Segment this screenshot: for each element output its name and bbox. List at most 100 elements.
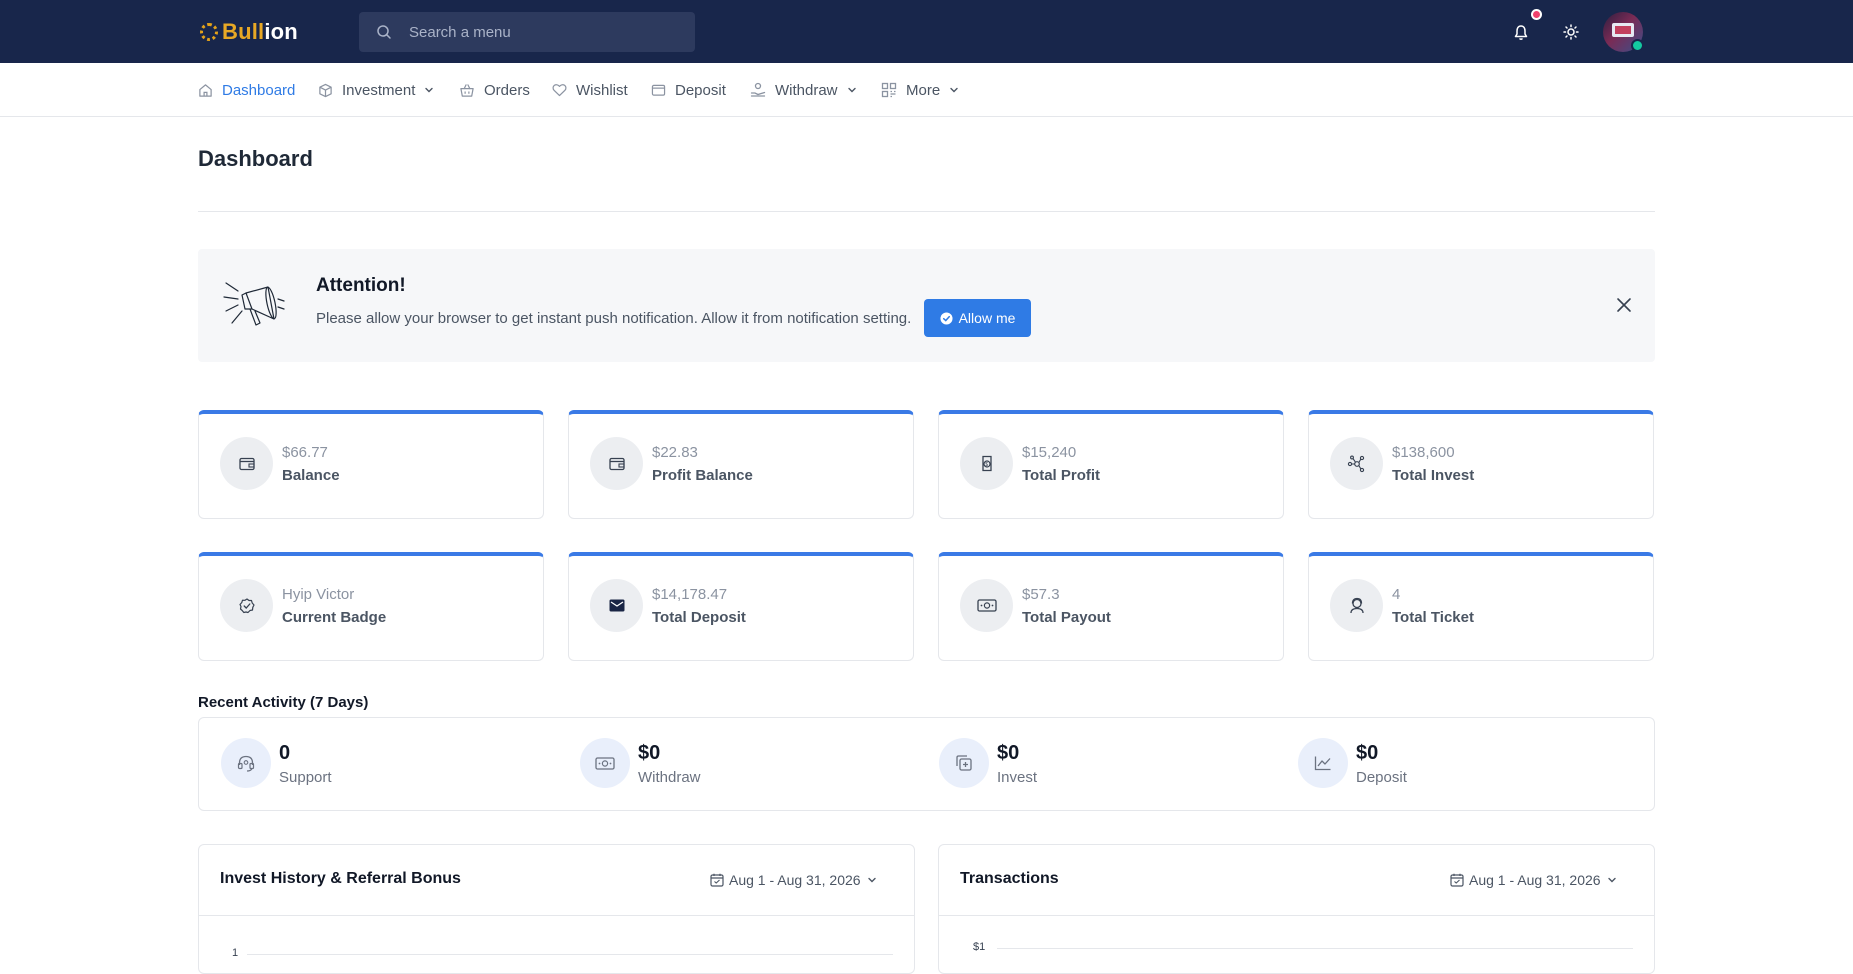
svg-text:$: $ (985, 462, 988, 468)
stat-label: Profit Balance (652, 467, 753, 484)
search-icon (359, 24, 409, 40)
stat-value: $22.83 (652, 444, 698, 461)
money-bag-icon: $ (981, 455, 992, 472)
stat-card-balance[interactable]: $66.77 Balance (198, 410, 544, 519)
activity-label: Invest (997, 769, 1038, 786)
nav-item-label: Dashboard (222, 81, 296, 99)
divider (939, 915, 1654, 916)
sun-icon[interactable] (1559, 20, 1583, 44)
stat-value: $14,178.47 (652, 586, 728, 603)
stat-label: Total Profit (1022, 467, 1101, 484)
support-agent-icon (1349, 597, 1364, 614)
stat-card-total-deposit[interactable]: $14,178.47 Total Deposit (568, 552, 914, 661)
basket-icon (460, 83, 474, 97)
allow-me-button[interactable]: Allow me (924, 299, 1031, 337)
stat-value: $57.3 (1022, 586, 1060, 603)
wallet-icon (608, 457, 625, 470)
grid-icon (881, 82, 897, 98)
stat-label: Total Deposit (652, 609, 746, 626)
line-chart-icon (1314, 756, 1331, 771)
stat-label: Balance (282, 467, 340, 484)
activity-label: Withdraw (638, 769, 701, 786)
activity-value: $0 (997, 742, 1020, 764)
chevron-down-icon (1607, 877, 1616, 883)
grid-line (997, 948, 1633, 949)
stat-label: Total Ticket (1392, 609, 1474, 626)
stat-card-total-payout[interactable]: $57.3 Total Payout (938, 552, 1284, 661)
date-range-picker[interactable]: Aug 1 - Aug 31, 2026 (1450, 872, 1618, 888)
alert-title: Attention! (316, 275, 406, 296)
nav-item-label: Investment (342, 81, 416, 99)
stat-value: $138,600 (1392, 444, 1455, 461)
logo-text-part1: Bull (222, 19, 265, 44)
logo[interactable]: Bullion (200, 19, 298, 44)
stat-label: Total Payout (1022, 609, 1111, 626)
notification-dot (1531, 9, 1542, 20)
stat-value: 4 (1392, 586, 1401, 603)
activity-value: $0 (638, 742, 661, 764)
activity-label: Support (279, 769, 332, 786)
invest-add-icon (956, 755, 972, 771)
nav-item-label: More (906, 81, 941, 99)
logo-mark-icon (200, 23, 218, 41)
nav-item-dashboard[interactable]: Dashboard (198, 63, 295, 117)
date-range-label: Aug 1 - Aug 31, 2026 (1469, 872, 1601, 888)
y-axis-tick: $1 (973, 941, 986, 953)
chevron-down-icon (425, 87, 434, 93)
nav-item-deposit[interactable]: Deposit (651, 63, 726, 117)
recent-activity-panel: 0 Support $0 Withdraw $0 Invest $0 Depos… (198, 717, 1655, 811)
nav-item-wishlist[interactable]: Wishlist (552, 63, 628, 117)
main-nav: Dashboard Investment Orders Wishlist Dep… (0, 63, 1853, 117)
box-icon (319, 83, 332, 97)
stat-card-total-profit[interactable]: $ $15,240 Total Profit (938, 410, 1284, 519)
allow-me-label: Allow me (958, 310, 1016, 326)
home-icon (199, 83, 212, 97)
chevron-down-icon (867, 877, 876, 883)
heart-icon (552, 84, 567, 97)
stat-card-total-invest[interactable]: $138,600 Total Invest (1308, 410, 1654, 519)
nav-item-label: Withdraw (775, 81, 838, 99)
badge-check-icon (238, 597, 255, 613)
online-status-dot (1631, 39, 1644, 52)
wallet-filled-icon (609, 599, 624, 612)
nav-item-investment[interactable]: Investment (318, 63, 434, 117)
nav-item-label: Wishlist (576, 81, 628, 99)
bell-icon[interactable] (1509, 20, 1533, 44)
activity-value: $0 (1356, 742, 1379, 764)
nav-item-more[interactable]: More (881, 63, 959, 117)
headset-icon (237, 755, 255, 772)
alert-message: Please allow your browser to get instant… (316, 310, 912, 327)
nav-item-label: Deposit (675, 81, 726, 99)
stat-value: $66.77 (282, 444, 328, 461)
divider (198, 211, 1655, 212)
panel-title: Transactions (960, 870, 1059, 887)
wallet-icon (651, 84, 666, 96)
chevron-down-icon (950, 87, 958, 93)
logo-text-part2: ion (264, 19, 298, 44)
network-icon (1347, 455, 1364, 472)
date-range-label: Aug 1 - Aug 31, 2026 (729, 872, 861, 888)
nav-item-withdraw[interactable]: Withdraw (750, 63, 857, 117)
stat-value: $15,240 (1022, 444, 1077, 461)
recent-activity-title: Recent Activity (7 Days) (198, 694, 369, 711)
stat-value: Hyip Victor (282, 586, 355, 603)
stat-card-total-ticket[interactable]: 4 Total Ticket (1308, 552, 1654, 661)
nav-item-orders[interactable]: Orders (459, 63, 530, 117)
stat-card-current-badge[interactable]: Hyip Victor Current Badge (198, 552, 544, 661)
calendar-icon (710, 873, 724, 887)
check-circle-icon (940, 311, 953, 325)
divider (199, 915, 914, 916)
stat-label: Total Invest (1392, 467, 1475, 484)
top-bar: Bullion (0, 0, 1853, 63)
date-range-picker[interactable]: Aug 1 - Aug 31, 2026 (710, 872, 878, 888)
stat-card-profit-balance[interactable]: $22.83 Profit Balance (568, 410, 914, 519)
stat-label: Current Badge (282, 609, 387, 626)
hand-coin-icon (750, 82, 766, 97)
wallet-icon (238, 457, 255, 470)
y-axis-tick: 1 (232, 947, 239, 959)
panel-title: Invest History & Referral Bonus (220, 870, 461, 887)
activity-value: 0 (279, 742, 291, 764)
close-icon[interactable] (1614, 295, 1634, 315)
attention-alert: Attention! Please allow your browser to … (198, 249, 1655, 362)
search-input[interactable] (409, 23, 669, 41)
